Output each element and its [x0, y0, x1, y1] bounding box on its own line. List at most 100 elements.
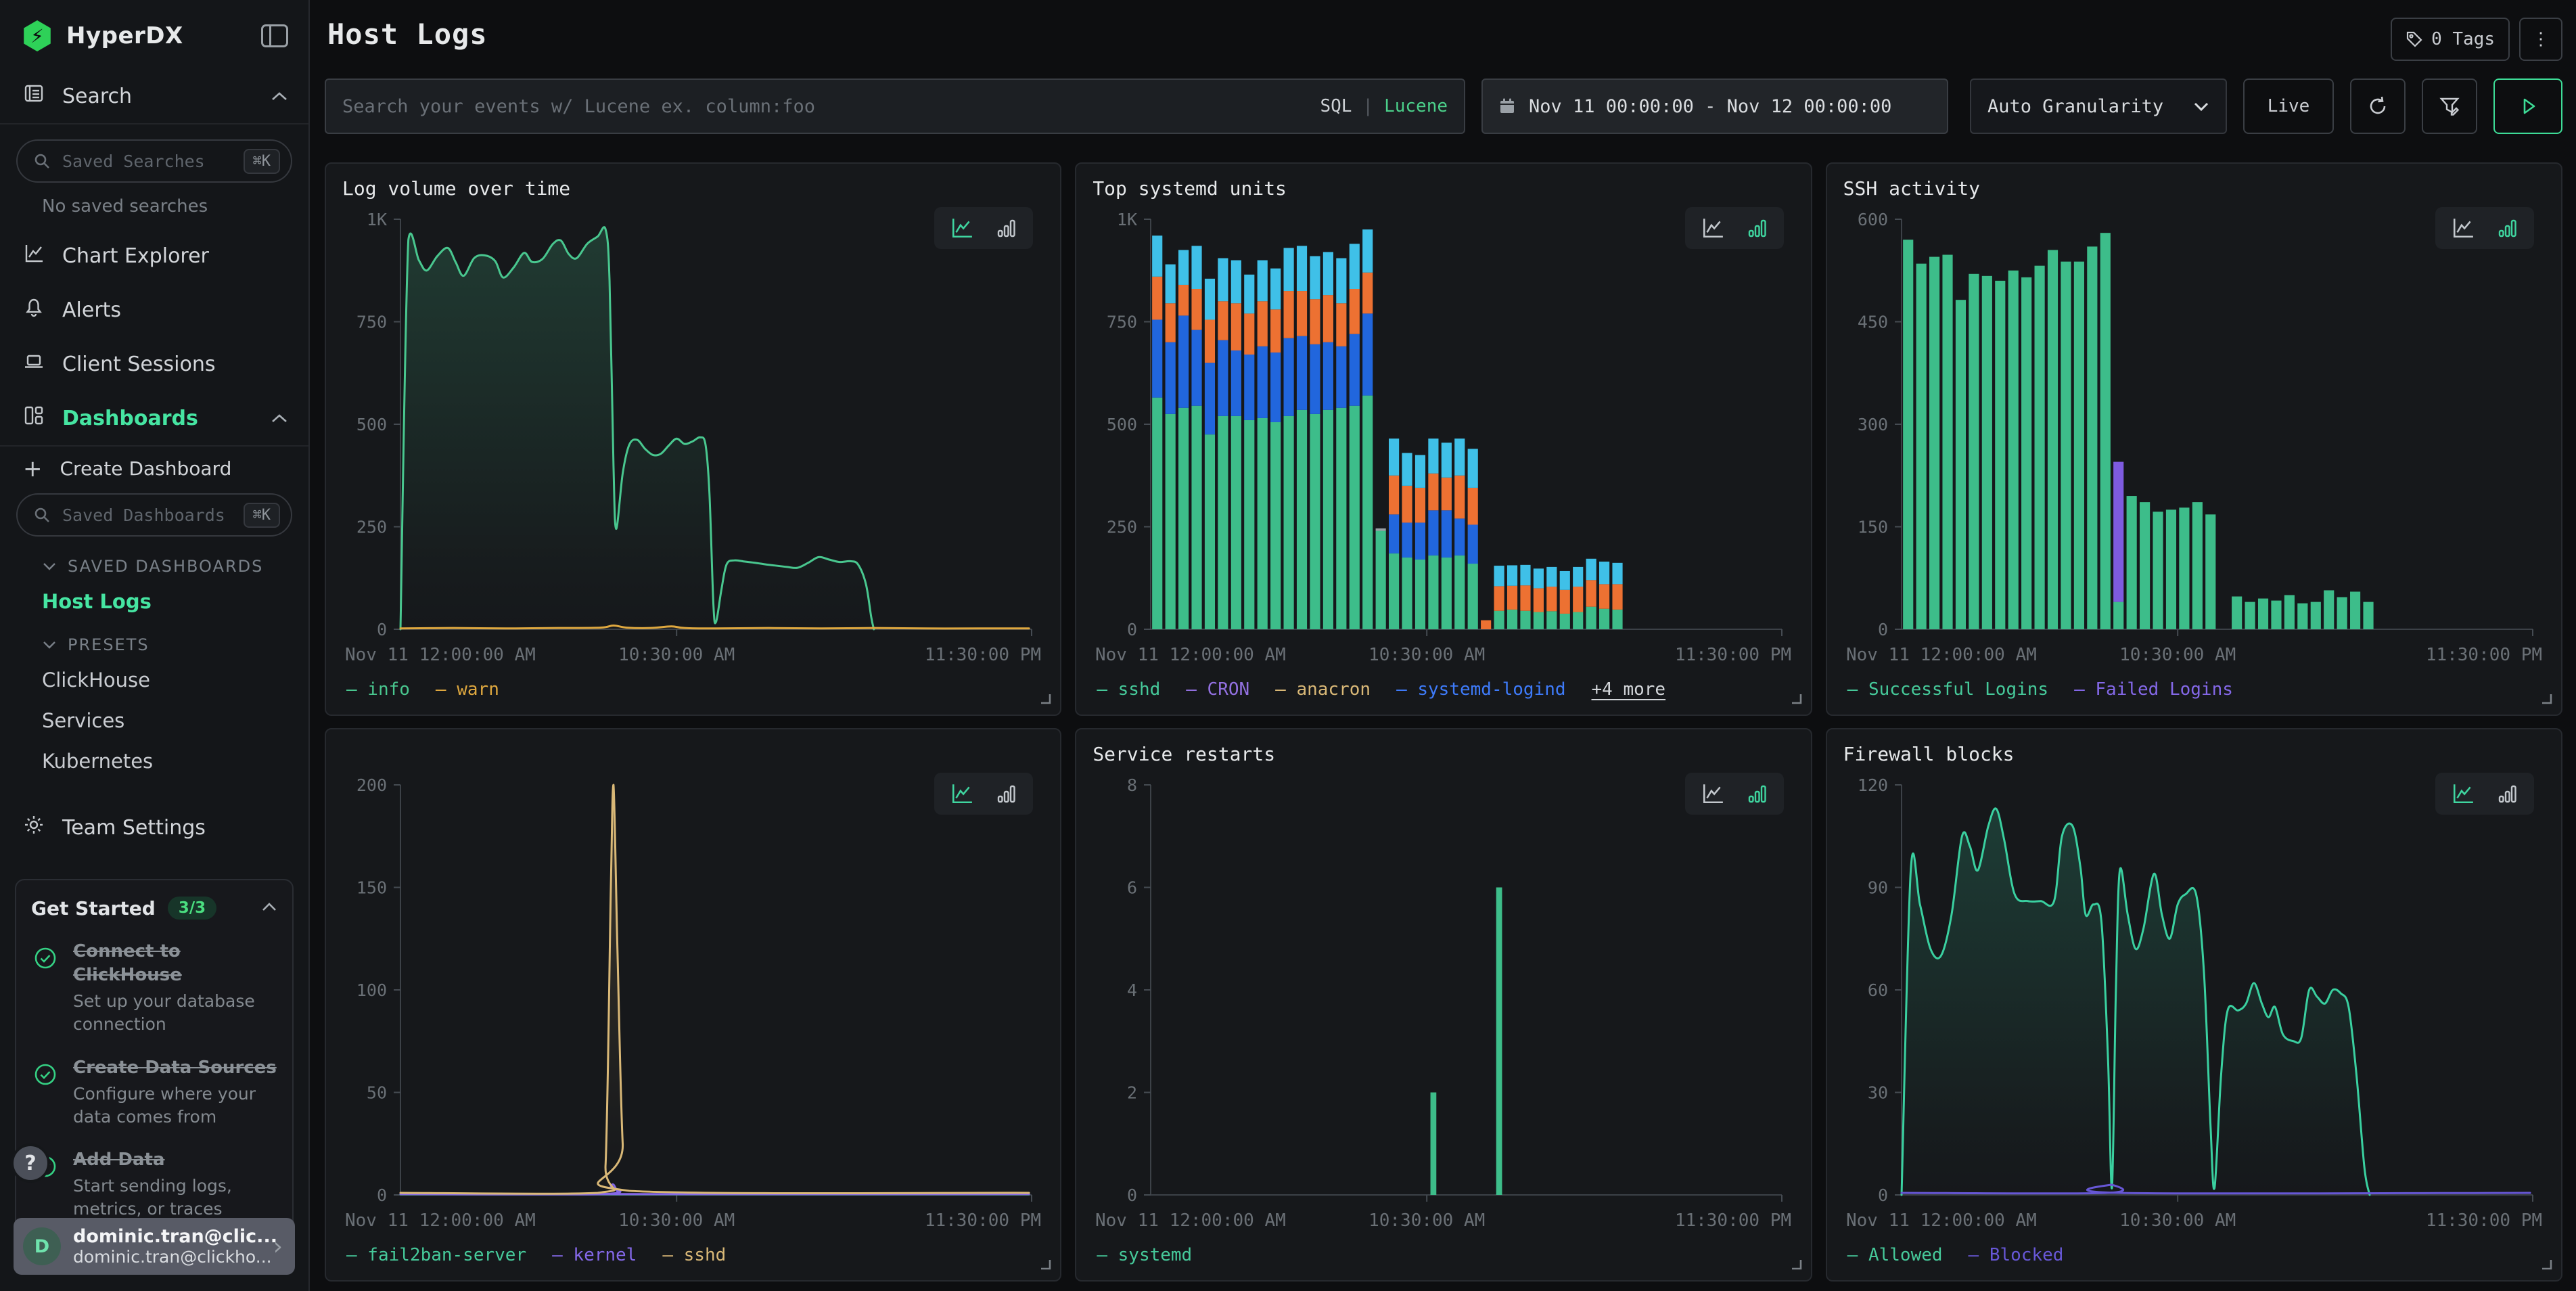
legend-item[interactable]: — sshd — [662, 1245, 726, 1265]
run-query-button[interactable] — [2493, 78, 2562, 134]
chart-canvas[interactable]: 0150300450600Nov 11 12:00:00 AM10:30:00 … — [1843, 207, 2545, 674]
svg-text:150: 150 — [1858, 518, 1888, 537]
sidebar-item-search[interactable]: Search — [0, 69, 308, 123]
create-dashboard-button[interactable]: + Create Dashboard — [0, 447, 308, 486]
sidebar-item-chart-explorer[interactable]: Chart Explorer — [0, 229, 308, 283]
svg-text:11:30:00 PM: 11:30:00 PM — [925, 645, 1041, 665]
sidebar-collapse-icon[interactable] — [261, 24, 288, 47]
legend-item[interactable]: — Successful Logins — [1847, 679, 2048, 700]
resize-handle[interactable] — [1038, 1257, 1052, 1273]
chart-type-toggle — [934, 773, 1033, 815]
bar-chart-toggle-icon[interactable] — [2496, 217, 2519, 240]
events-search-input[interactable] — [342, 96, 1309, 117]
svg-text:Nov 11 12:00:00 AM: Nov 11 12:00:00 AM — [345, 645, 536, 665]
svg-text:0: 0 — [1127, 1185, 1137, 1205]
sidebar-item-alerts[interactable]: Alerts — [0, 283, 308, 337]
chart-canvas[interactable]: 02468Nov 11 12:00:00 AM10:30:00 AM11:30:… — [1092, 773, 1794, 1240]
resize-handle[interactable] — [1038, 692, 1052, 708]
sidebar-item-client-sessions[interactable]: Client Sessions — [0, 337, 308, 391]
create-dashboard-label: Create Dashboard — [60, 457, 232, 480]
legend-item[interactable]: — warn — [436, 679, 499, 700]
legend-item[interactable]: — info — [346, 679, 410, 700]
chart-canvas[interactable]: 02505007501KNov 11 12:00:00 AM10:30:00 A… — [1092, 207, 1794, 674]
line-chart-toggle-icon[interactable] — [949, 782, 975, 805]
saved-dashboards-input[interactable]: Saved Dashboards ⌘K — [16, 493, 292, 537]
svg-text:120: 120 — [1858, 775, 1888, 795]
chart-title: Service restarts — [1092, 743, 1794, 773]
resize-handle[interactable] — [1789, 692, 1803, 708]
sidebar-item-label: Alerts — [62, 298, 288, 322]
sidebar-dashboard-host-logs[interactable]: Host Logs — [0, 581, 308, 622]
resize-handle[interactable] — [1789, 1257, 1803, 1273]
legend-item[interactable]: — kernel — [552, 1245, 637, 1265]
legend-item[interactable]: — anacron — [1275, 679, 1371, 700]
line-chart-toggle-icon[interactable] — [2450, 782, 2476, 805]
legend-item[interactable]: — systemd — [1097, 1245, 1192, 1265]
bar-chart-toggle-icon[interactable] — [995, 217, 1018, 240]
tags-button[interactable]: 0 Tags — [2391, 18, 2510, 61]
sql-mode-toggle[interactable]: SQL — [1320, 96, 1352, 116]
chevron-up-icon[interactable] — [261, 902, 277, 915]
get-started-step-add-data[interactable]: Add Data Start sending logs, metrics, or… — [31, 1148, 277, 1221]
search-icon — [32, 152, 51, 171]
saved-searches-input[interactable]: Saved Searches ⌘K — [16, 139, 292, 183]
sidebar-preset-kubernetes[interactable]: Kubernetes — [0, 741, 308, 782]
legend-more[interactable]: +4 more — [1592, 679, 1666, 700]
legend-item[interactable]: — Allowed — [1847, 1245, 1943, 1265]
more-options-button[interactable]: ⋮ — [2519, 18, 2562, 61]
svg-text:750: 750 — [1107, 313, 1137, 332]
chevron-up-icon — [271, 413, 288, 424]
bar-chart-toggle-icon[interactable] — [995, 782, 1018, 805]
bar-chart-toggle-icon[interactable] — [1746, 217, 1769, 240]
sidebar-preset-clickhouse[interactable]: ClickHouse — [0, 660, 308, 700]
user-menu[interactable]: D dominic.tran@clic... dominic.tran@clic… — [14, 1218, 295, 1275]
bar-chart-toggle-icon[interactable] — [1746, 782, 1769, 805]
resize-handle[interactable] — [2539, 692, 2553, 708]
svg-text:300: 300 — [1858, 415, 1888, 434]
avatar: D — [23, 1227, 61, 1265]
bar-chart-toggle-icon[interactable] — [2496, 782, 2519, 805]
filter-button[interactable] — [2422, 78, 2477, 134]
svg-text:600: 600 — [1858, 210, 1888, 229]
sidebar-item-team-settings[interactable]: Team Settings — [0, 800, 308, 855]
chart-canvas[interactable]: 0306090120Nov 11 12:00:00 AM10:30:00 AM1… — [1843, 773, 2545, 1240]
date-range-picker[interactable]: Nov 11 00:00:00 - Nov 12 00:00:00 — [1481, 78, 1948, 134]
step-subtitle: Start sending logs, metrics, or traces — [73, 1175, 277, 1221]
legend-item[interactable]: — fail2ban-server — [346, 1245, 526, 1265]
svg-text:450: 450 — [1858, 313, 1888, 332]
play-icon — [2518, 96, 2538, 116]
svg-text:2: 2 — [1127, 1083, 1137, 1103]
step-title: Add Data — [73, 1148, 277, 1172]
legend-item[interactable]: — systemd-logind — [1396, 679, 1565, 700]
resize-handle[interactable] — [2539, 1257, 2553, 1273]
chart-canvas[interactable]: 050100150200Nov 11 12:00:00 AM10:30:00 A… — [342, 773, 1044, 1240]
line-chart-toggle-icon[interactable] — [1700, 217, 1726, 240]
sidebar-preset-services[interactable]: Services — [0, 700, 308, 741]
help-button[interactable]: ? — [11, 1143, 50, 1183]
chart-type-toggle — [1685, 207, 1784, 249]
legend-item[interactable]: — sshd — [1097, 679, 1160, 700]
granularity-select[interactable]: Auto Granularity — [1970, 78, 2227, 134]
legend-item[interactable]: — Failed Logins — [2074, 679, 2233, 700]
get-started-progress-badge: 3/3 — [168, 897, 216, 920]
saved-dashboards-section-header[interactable]: SAVED DASHBOARDS — [42, 557, 308, 576]
chart-title — [342, 743, 1044, 773]
legend-item[interactable]: — CRON — [1186, 679, 1249, 700]
svg-text:10:30:00 AM: 10:30:00 AM — [1368, 1210, 1485, 1231]
sidebar-item-dashboards[interactable]: Dashboards — [0, 391, 308, 445]
legend-item[interactable]: — Blocked — [1969, 1245, 2064, 1265]
svg-text:11:30:00 PM: 11:30:00 PM — [2425, 645, 2542, 665]
get-started-step-sources[interactable]: Create Data Sources Configure where your… — [31, 1056, 277, 1129]
line-chart-toggle-icon[interactable] — [949, 217, 975, 240]
svg-text:Nov 11 12:00:00 AM: Nov 11 12:00:00 AM — [1846, 645, 2037, 665]
line-chart-toggle-icon[interactable] — [2450, 217, 2476, 240]
live-button[interactable]: Live — [2243, 78, 2334, 134]
presets-section-header[interactable]: PRESETS — [42, 635, 308, 654]
svg-text:8: 8 — [1127, 775, 1137, 795]
line-chart-toggle-icon[interactable] — [1700, 782, 1726, 805]
chart-canvas[interactable]: 02505007501KNov 11 12:00:00 AM10:30:00 A… — [342, 207, 1044, 674]
user-name: dominic.tran@clic... — [73, 1226, 261, 1247]
get-started-step-connect[interactable]: Connect to ClickHouse Set up your databa… — [31, 940, 277, 1036]
refresh-button[interactable] — [2350, 78, 2406, 134]
lucene-mode-toggle[interactable]: Lucene — [1384, 96, 1448, 116]
